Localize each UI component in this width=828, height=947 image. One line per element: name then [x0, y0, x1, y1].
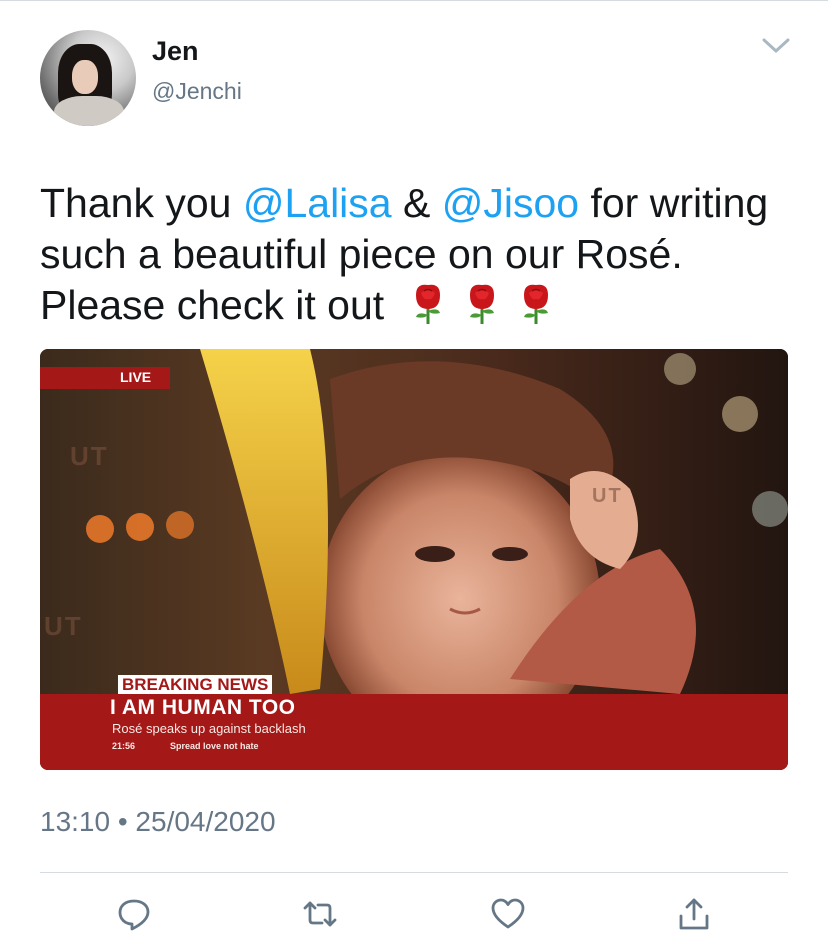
retweet-icon[interactable] — [302, 896, 338, 932]
rose-emoji — [469, 284, 494, 324]
tweet-text-part: & — [391, 180, 442, 226]
avatar-face — [72, 60, 98, 94]
mention-link[interactable]: @Lalisa — [243, 180, 392, 226]
news-subline: Rosé speaks up against backlash — [112, 721, 306, 736]
background-text: UT — [44, 611, 83, 641]
rose-emoji-group — [396, 282, 558, 328]
tweet-text-part: Thank you — [40, 180, 243, 226]
like-icon[interactable] — [490, 896, 526, 932]
author-name[interactable]: Jen — [152, 36, 199, 67]
tweet-timestamp[interactable]: 13:10 • 25/04/2020 — [40, 806, 276, 838]
avatar[interactable] — [40, 30, 136, 126]
live-label: LIVE — [120, 369, 152, 385]
breaking-news-label: BREAKING NEWS — [118, 675, 273, 694]
top-divider — [0, 0, 828, 1]
rose-emoji — [523, 284, 548, 324]
tweet-media-image[interactable]: LIVE UT UT UT BREAKING NEWS I AM HUMAN T… — [40, 349, 788, 770]
reply-icon[interactable] — [116, 896, 152, 932]
author-handle[interactable]: @Jenchi — [152, 78, 242, 105]
background-text: UT — [70, 441, 109, 471]
news-ticker: Spread love not hate — [170, 741, 259, 751]
tweet-text: Thank you @Lalisa & @Jisoo for writing s… — [40, 178, 800, 331]
chevron-down-icon[interactable] — [760, 34, 792, 58]
share-icon[interactable] — [676, 896, 712, 932]
action-divider — [40, 872, 788, 873]
rose-emoji — [415, 284, 440, 324]
avatar-body — [54, 96, 124, 126]
background-text: UT — [592, 485, 623, 507]
mention-link[interactable]: @Jisoo — [442, 180, 579, 226]
news-headline: I AM HUMAN TOO — [110, 696, 296, 719]
news-clock: 21:56 — [112, 741, 136, 751]
